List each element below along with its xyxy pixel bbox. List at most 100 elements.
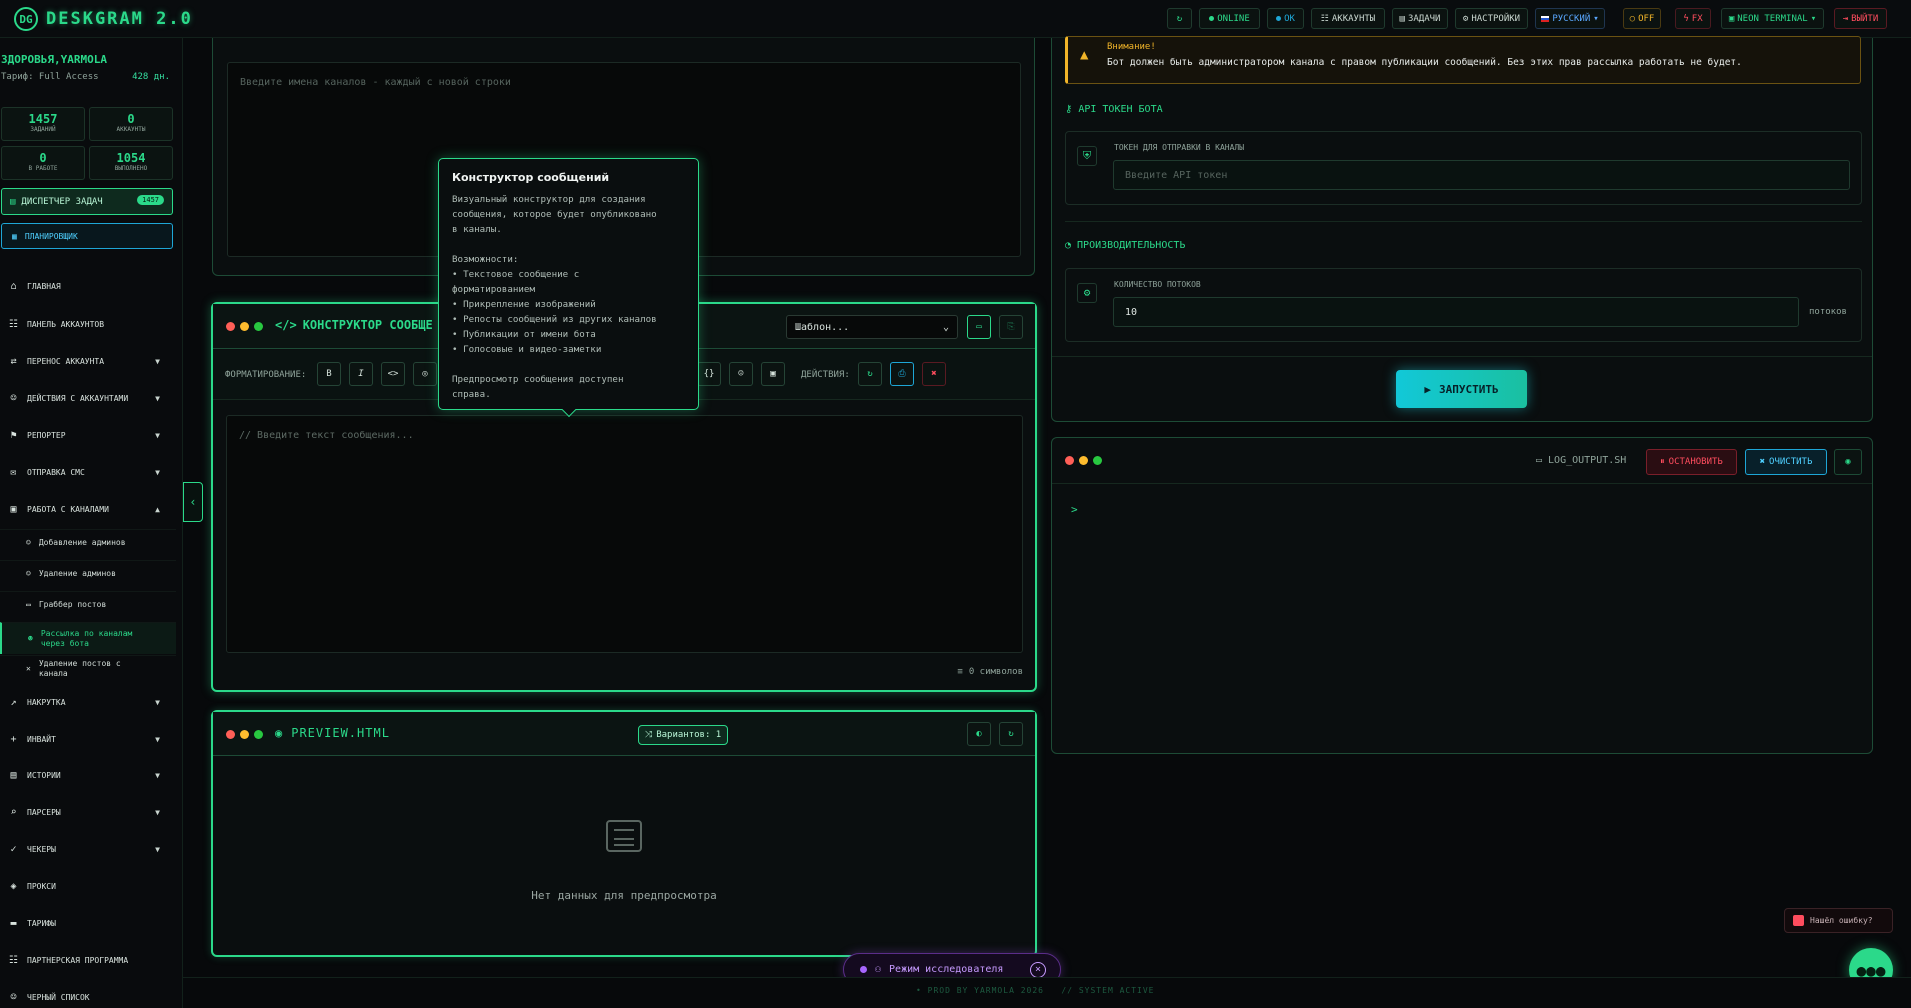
perf-section-title: ◔ ПРОИЗВОДИТЕЛЬНОСТЬ [1065,240,1185,251]
fx-toggle[interactable]: ϟ FX [1675,8,1711,29]
tasks-label: ЗАДАЧИ [1407,13,1441,24]
app-title: DESKGRAM 2.0 [46,9,193,29]
tooltip-line: Визуальный конструктор для создания [452,194,646,205]
threads-input[interactable]: 10 [1113,297,1799,327]
nav-icon: ✉ [10,466,17,478]
save-button[interactable]: ⎙ [890,362,914,386]
launch-button[interactable]: ▶ ЗАПУСТИТЬ [1396,370,1527,408]
sidebar-subitem[interactable]: ☻ Рассылка по каналам через бота [0,622,176,654]
top-bar: DG DESKGRAM 2.0 ↻ ONLINE OK ☷ АККАУНТЫ ▤ З… [0,0,1911,38]
app-logo[interactable]: DG DESKGRAM 2.0 [14,7,193,31]
sidebar-item[interactable]: ✉ Отправка смс ▼ [0,461,182,483]
sidebar-subitem[interactable]: ✕ Удаление постов с канала [0,655,176,681]
terminal-icon: ▭ [1536,455,1543,466]
language-label: РУССКИЙ [1552,13,1591,24]
token-section-text: API ТОКЕН БОТА [1078,104,1163,115]
bold-button[interactable]: B [317,362,341,386]
tooltip-line [452,357,685,372]
sidebar-collapse-button[interactable]: ‹ [183,482,203,522]
delete-button[interactable]: ✖ [922,362,946,386]
emoji-button[interactable]: ☺ [729,362,753,386]
char-count: ≡ 0 символов [957,667,1023,677]
bookmark-icon: ⎘ [1007,322,1015,332]
bookmark-button[interactable]: ⎘ [999,315,1023,339]
refresh-icon: ↻ [1008,729,1014,739]
refresh-preview-button[interactable]: ↻ [999,722,1023,746]
variants-badge[interactable]: ⤨ Вариантов: 1 [638,725,729,745]
sidebar-item[interactable]: ⇄ Перенос аккаунта ▼ [0,350,182,372]
sidebar-item[interactable]: ▬ Тарифы [0,912,182,934]
tasks-button[interactable]: ▤ ЗАДАЧИ [1392,8,1448,29]
sidebar-item[interactable]: ☷ Панель аккаунтов [0,313,182,335]
nav-icon: ☺ [10,392,17,404]
stat-label: Заданий [30,126,56,133]
message-text-input[interactable]: // Введите текст сообщения... [226,415,1023,653]
code-icon: </> [275,318,297,332]
sidebar-item[interactable]: ☷ Партнерская программа [0,949,182,971]
clear-label: ОЧИСТИТЬ [1769,457,1813,467]
sidebar-item[interactable]: ⌕ Парсеры ▼ [0,801,182,823]
logout-button[interactable]: ⇥ ВЫЙТИ [1834,8,1887,29]
preview-title-text: PREVIEW.HTML [291,726,390,740]
token-input[interactable]: Введите API токен [1113,160,1850,190]
save-template-button[interactable]: ▭ [967,315,991,339]
sidebar-item[interactable]: ⚑ Репортер ▼ [0,424,182,446]
sidebar-subitem[interactable]: ▭ Граббер постов [0,591,176,617]
sidebar-item[interactable]: ☺ Действия с аккаунтами ▼ [0,387,182,409]
smile-icon: ☺ [738,369,744,379]
sidebar-item[interactable]: ▣ Работа с каналами ▲ [0,498,182,520]
sidebar-item[interactable]: ✓ Чекеры ▼ [0,838,182,860]
sidebar-item-label: Накрутка [27,697,66,707]
bug-report-button[interactable]: Нашёл ошибку? [1784,908,1893,933]
variable-button[interactable]: {} [697,362,721,386]
stat-value: 0 [39,151,47,165]
sidebar-item[interactable]: ⌂ Главная [0,275,182,297]
window-dots [1065,456,1102,465]
tooltip-line: Возможности: [452,254,519,265]
sidebar-item[interactable]: + Инвайт ▼ [0,728,182,750]
italic-button[interactable]: I [349,362,373,386]
palette-icon: ◐ [976,729,982,739]
code-button[interactable]: <> [381,362,405,386]
warning-text: Бот должен быть администратором канала с… [1107,57,1742,68]
ok-status: OK [1267,8,1304,29]
off-toggle[interactable]: ○ OFF [1623,8,1661,29]
settings-button[interactable]: ⚙ НАСТРОЙКИ [1455,8,1528,29]
stop-button[interactable]: ⏸ ОСТАНОВИТЬ [1646,449,1737,475]
sidebar-subitem[interactable]: ☺ Добавление админов [0,529,176,555]
sidebar-item[interactable]: ↗ Накрутка ▼ [0,691,182,713]
constructor-title-text: КОНСТРУКТОР СООБЩЕ [302,318,433,332]
actions-label: ДЕЙСТВИЯ: [801,370,850,380]
sidebar-item[interactable]: ▤ Истории ▼ [0,764,182,786]
footer-text: • PROD BY YARMOLA 2026 // SYSTEM ACTIVE [916,986,1155,995]
nav-icon: ☷ [9,318,18,330]
chevron-down-icon: ▼ [155,430,160,440]
token-section-title: ⚷ API ТОКЕН БОТА [1065,104,1163,115]
media-button[interactable]: ▣ [761,362,785,386]
accounts-button[interactable]: ☷ АККАУНТЫ [1311,8,1385,29]
language-select[interactable]: РУССКИЙ ▾ [1535,8,1605,29]
threads-field-box: ⚙ КОЛИЧЕСТВО ПОТОКОВ 10 потоков [1065,268,1862,342]
tasks-icon: ▤ [10,196,16,207]
clear-button[interactable]: ✖ ОЧИСТИТЬ [1745,449,1827,475]
sidebar-item[interactable]: ☺ Черный список [0,986,182,1008]
nav-icon: ↗ [10,696,17,708]
nav-icon: ⇄ [10,355,17,367]
trash-icon: ✖ [931,369,937,379]
theme-select[interactable]: ▣ NEON TERMINAL ▾ [1721,8,1824,29]
planner-button[interactable]: ▦ Планировщик [1,223,173,249]
toggle-log-visibility-button[interactable]: ◉ [1834,449,1862,475]
tooltip-line: форматированием [452,284,535,295]
task-dispatcher-button[interactable]: ▤ Диспетчер задач 1457 [1,188,173,215]
folder-icon: ▭ [976,322,982,332]
refresh-button[interactable]: ↻ [1167,8,1192,29]
sidebar-item[interactable]: ◈ Прокси [0,875,182,897]
reset-button[interactable]: ↻ [858,362,882,386]
spoiler-button[interactable]: ◎ [413,362,437,386]
close-explorer-button[interactable]: × [1030,962,1046,978]
plan-days-left: 428 дн. [132,72,170,82]
template-select[interactable]: Шаблон... ⌄ [786,315,958,339]
warning-title: Внимание! [1107,42,1156,52]
sidebar-subitem[interactable]: ☺ Удаление админов [0,560,176,586]
palette-button[interactable]: ◐ [967,722,991,746]
